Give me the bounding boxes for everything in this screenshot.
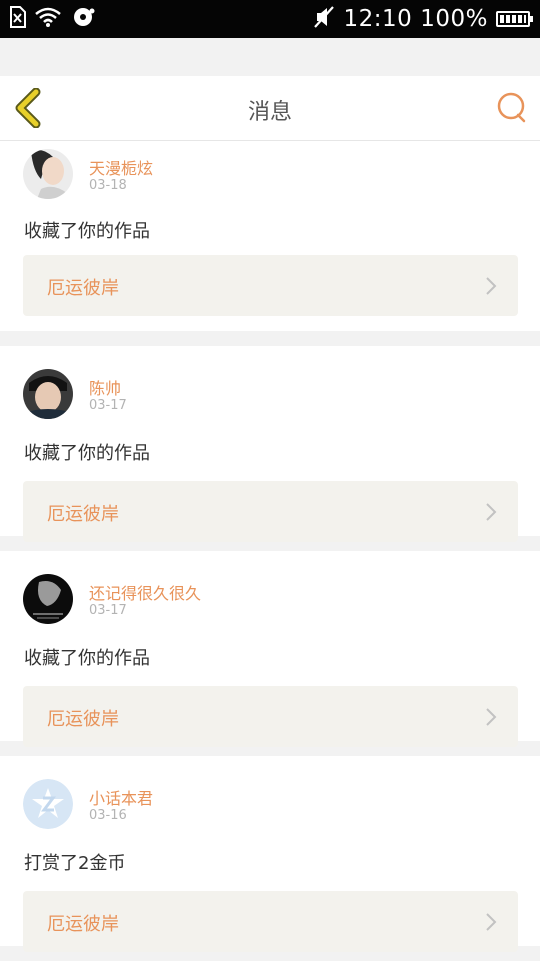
battery-icon	[496, 11, 533, 27]
username[interactable]: 陈帅	[89, 375, 121, 399]
work-link[interactable]: 厄运彼岸	[23, 481, 518, 542]
message-action: 打赏了2金币	[24, 853, 126, 874]
work-link[interactable]: 厄运彼岸	[23, 891, 518, 952]
chevron-right-icon	[486, 708, 497, 726]
search-icon	[497, 92, 526, 123]
status-time: 12:10	[343, 6, 413, 32]
username[interactable]: 还记得很久很久	[89, 580, 201, 604]
chevron-right-icon	[486, 503, 497, 521]
avatar[interactable]	[23, 574, 73, 624]
work-link[interactable]: 厄运彼岸	[23, 255, 518, 316]
message-list: 天漫栀炫 03-18 收藏了你的作品 厄运彼岸 陈帅 03-17 收藏了你的作品…	[0, 141, 540, 961]
avatar[interactable]	[23, 369, 73, 419]
status-left-icons	[8, 6, 96, 32]
mute-icon	[313, 5, 335, 33]
chevron-right-icon	[486, 913, 497, 931]
work-title: 厄运彼岸	[47, 504, 119, 525]
avatar[interactable]	[23, 149, 73, 199]
work-link[interactable]: 厄运彼岸	[23, 686, 518, 747]
message-date: 03-16	[89, 808, 127, 823]
work-title: 厄运彼岸	[47, 914, 119, 935]
battery-level	[500, 15, 526, 23]
message-action: 收藏了你的作品	[24, 443, 150, 464]
app-header: 消息	[0, 76, 540, 141]
work-title: 厄运彼岸	[47, 278, 119, 299]
message-date: 03-17	[89, 398, 127, 413]
status-bar: 12:10 100%	[0, 0, 540, 38]
sim-error-icon	[8, 6, 26, 32]
battery-percent: 100%	[420, 6, 488, 32]
message-card: 小话本君 03-16 打赏了2金币 厄运彼岸	[0, 756, 540, 952]
search-button[interactable]	[494, 90, 528, 124]
top-spacer	[0, 38, 540, 76]
avatar[interactable]	[23, 779, 73, 829]
wifi-icon	[34, 6, 62, 32]
chevron-right-icon	[486, 277, 497, 295]
work-title: 厄运彼岸	[47, 709, 119, 730]
username[interactable]: 小话本君	[89, 785, 153, 809]
message-date: 03-17	[89, 603, 127, 618]
message-action: 收藏了你的作品	[24, 648, 150, 669]
message-card: 天漫栀炫 03-18 收藏了你的作品 厄运彼岸	[0, 141, 540, 331]
username[interactable]: 天漫栀炫	[89, 155, 153, 179]
disc-icon	[70, 6, 96, 32]
message-action: 收藏了你的作品	[24, 221, 150, 242]
message-date: 03-18	[89, 178, 127, 193]
page-title: 消息	[247, 100, 292, 125]
message-card: 陈帅 03-17 收藏了你的作品 厄运彼岸	[0, 346, 540, 542]
status-right: 12:10 100%	[313, 4, 533, 34]
message-card: 还记得很久很久 03-17 收藏了你的作品 厄运彼岸	[0, 551, 540, 747]
